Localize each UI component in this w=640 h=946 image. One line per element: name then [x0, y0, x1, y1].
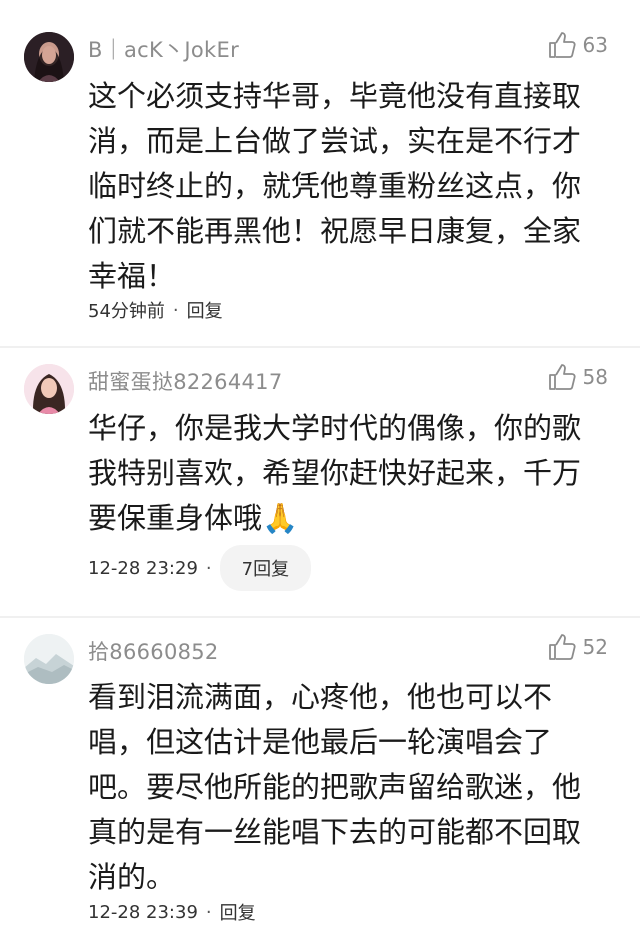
like-button[interactable]: 52 [547, 632, 608, 662]
timestamp: 54分钟前 [88, 301, 165, 322]
username[interactable]: B｜acK丶JokEr [88, 34, 239, 64]
separator-dot: · [205, 901, 212, 923]
thumbs-up-icon [548, 634, 576, 660]
comment-text: 华仔，你是我大学时代的偶像，你的歌我特别喜欢，希望你赶快好起来，千万要保重身体哦… [88, 411, 582, 535]
reply-button[interactable]: 回复 [220, 899, 256, 925]
like-count: 63 [582, 33, 608, 57]
like-count: 58 [582, 365, 608, 389]
divider [0, 346, 640, 348]
separator-dot: · [172, 299, 179, 321]
divider [0, 616, 640, 618]
avatar-image [24, 634, 74, 684]
avatar-image [24, 32, 74, 82]
avatar[interactable] [24, 32, 74, 82]
like-count: 52 [582, 635, 608, 659]
comment-text: 看到泪流满面，心疼他，他也可以不唱，但这估计是他最后一轮演唱会了吧。要尽他所能的… [88, 680, 582, 894]
reply-count-button[interactable]: 7回复 [219, 545, 312, 591]
like-button[interactable]: 63 [547, 30, 608, 60]
thumbs-up-icon [548, 32, 576, 58]
avatar-image [24, 364, 74, 414]
thumbs-up-icon [548, 364, 576, 390]
username[interactable]: 拾86660852 [88, 636, 219, 666]
comment-text: 这个必须支持华哥，毕竟他没有直接取消，而是上台做了尝试，实在是不行才临时终止的，… [88, 79, 582, 293]
like-button[interactable]: 58 [547, 362, 608, 392]
separator-dot: · [205, 557, 212, 579]
comment-meta: 12-28 23:39 · 回复 [88, 899, 256, 925]
comment-meta: 12-28 23:29 · 7回复 [88, 545, 312, 591]
comment-meta: 54分钟前 · 回复 [88, 297, 223, 323]
avatar[interactable] [24, 634, 74, 684]
timestamp: 12-28 23:39 [88, 901, 198, 923]
avatar[interactable] [24, 364, 74, 414]
username[interactable]: 甜蜜蛋挞82264417 [88, 366, 283, 396]
reply-button[interactable]: 回复 [187, 297, 223, 323]
timestamp: 12-28 23:29 [88, 557, 198, 579]
